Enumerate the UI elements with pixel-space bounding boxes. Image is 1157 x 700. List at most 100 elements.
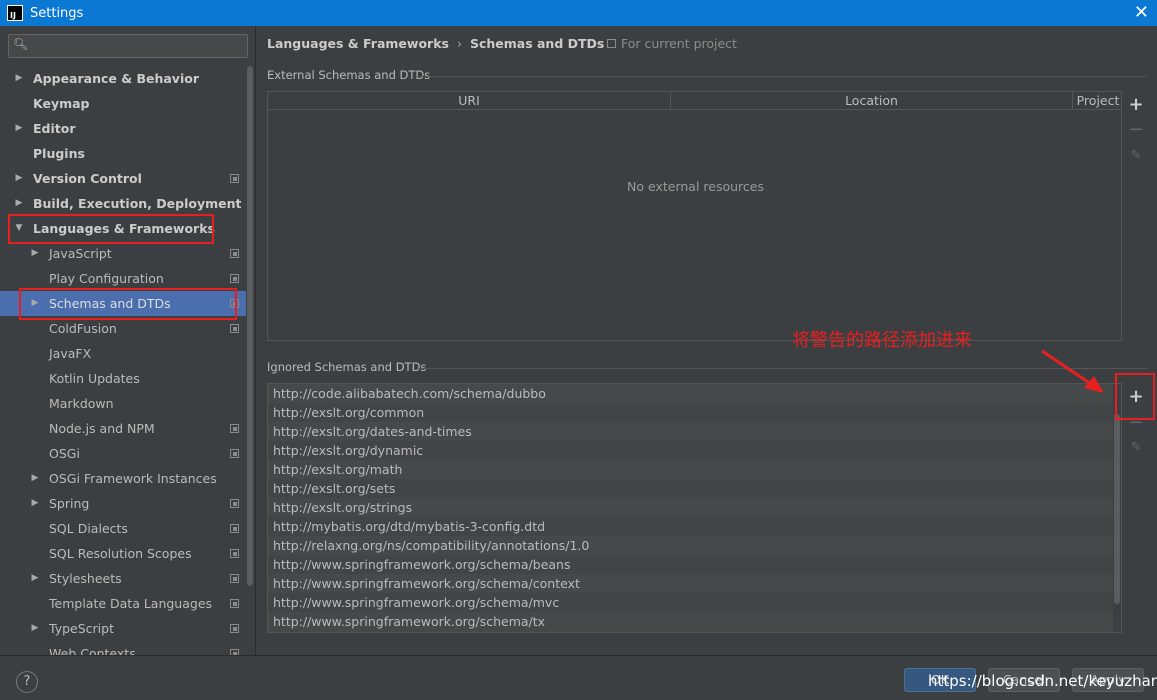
sidebar-item-sql-dialects[interactable]: SQL Dialects xyxy=(0,516,246,541)
chevron-right-icon[interactable]: ▶ xyxy=(30,566,40,591)
column-header-project[interactable]: Project xyxy=(1073,92,1123,110)
add-external-button[interactable]: + xyxy=(1121,93,1151,117)
settings-content: Languages & Frameworks › Schemas and DTDs … xyxy=(257,26,1157,655)
annotation-arrow-icon xyxy=(1041,349,1104,393)
chevron-right-icon[interactable]: ▶ xyxy=(30,241,40,266)
search-box[interactable]: 🔍︎ xyxy=(8,34,248,58)
watermark-text: https://blog.csdn.net/keyuzhang xyxy=(928,672,1157,690)
column-header-uri[interactable]: URI xyxy=(268,92,671,110)
list-item[interactable]: http://exslt.org/math xyxy=(268,460,1121,479)
project-scope-icon xyxy=(230,324,239,333)
title-bar: IJ Settings ✕ xyxy=(0,0,1157,26)
sidebar-scrollbar[interactable] xyxy=(246,66,254,655)
remove-external-button[interactable]: − xyxy=(1121,118,1151,142)
sidebar-item-node-js-and-npm[interactable]: Node.js and NPM xyxy=(0,416,246,441)
external-resources-table[interactable]: URI Location Project No external resourc… xyxy=(267,91,1122,341)
project-scope-icon xyxy=(230,524,239,533)
ignored-list-body: http://code.alibabatech.com/schema/dubbo… xyxy=(268,384,1121,631)
list-item[interactable]: http://exslt.org/dynamic xyxy=(268,441,1121,460)
sidebar-item-appearance-behavior[interactable]: ▶ Appearance & Behavior xyxy=(0,66,246,91)
list-item[interactable]: http://exslt.org/dates-and-times xyxy=(268,422,1121,441)
sidebar-item-label: Stylesheets xyxy=(49,571,122,586)
list-item[interactable]: http://www.springframework.org/schema/be… xyxy=(268,555,1121,574)
list-item[interactable]: http://www.springframework.org/schema/tx xyxy=(268,612,1121,631)
sidebar-item-spring[interactable]: ▶ Spring xyxy=(0,491,246,516)
project-scope-icon xyxy=(230,599,239,608)
breadcrumb-separator: › xyxy=(456,36,462,51)
sidebar-item-stylesheets[interactable]: ▶ Stylesheets xyxy=(0,566,246,591)
sidebar-item-label: JavaScript xyxy=(49,246,112,261)
project-scope-icon xyxy=(230,574,239,583)
highlight-box-add-button xyxy=(1115,373,1155,420)
highlight-box-languages xyxy=(8,214,214,244)
ignored-schemas-list[interactable]: http://code.alibabatech.com/schema/dubbo… xyxy=(267,383,1122,633)
sidebar-item-keymap[interactable]: Keymap xyxy=(0,91,246,116)
sidebar-item-version-control[interactable]: ▶ Version Control xyxy=(0,166,246,191)
column-header-location[interactable]: Location xyxy=(671,92,1073,110)
project-scope-icon xyxy=(230,624,239,633)
close-icon[interactable]: ✕ xyxy=(1134,2,1149,23)
sidebar-item-label: SQL Dialects xyxy=(49,521,128,536)
sidebar-item-label: Plugins xyxy=(33,146,85,161)
chevron-right-icon[interactable]: ▶ xyxy=(14,191,24,216)
ignored-list-scrollbar[interactable] xyxy=(1113,384,1121,632)
chevron-right-icon[interactable]: ▶ xyxy=(30,466,40,491)
sidebar-item-osgi[interactable]: OSGi xyxy=(0,441,246,466)
chevron-right-icon[interactable]: ▶ xyxy=(14,166,24,191)
external-section-title: External Schemas and DTDs xyxy=(267,68,431,82)
list-item[interactable]: http://mybatis.org/dtd/mybatis-3-config.… xyxy=(268,517,1121,536)
list-item[interactable]: http://www.springframework.org/schema/mv… xyxy=(268,593,1121,612)
external-table-header: URI Location Project xyxy=(268,92,1121,110)
chevron-right-icon[interactable]: ▶ xyxy=(30,491,40,516)
sidebar-item-label: Markdown xyxy=(49,396,114,411)
highlight-box-schemas xyxy=(19,288,237,320)
list-item[interactable]: http://relaxng.org/ns/compatibility/anno… xyxy=(268,536,1121,555)
sidebar-item-label: OSGi xyxy=(49,446,80,461)
sidebar-item-template-data-languages[interactable]: Template Data Languages xyxy=(0,591,246,616)
edit-external-button[interactable]: ✎ xyxy=(1121,144,1151,168)
sidebar-item-sql-resolution-scopes[interactable]: SQL Resolution Scopes xyxy=(0,541,246,566)
edit-ignored-button[interactable]: ✎ xyxy=(1121,436,1151,460)
project-scope-icon xyxy=(230,549,239,558)
list-item[interactable]: http://www.springframework.org/schema/co… xyxy=(268,574,1121,593)
sidebar-scroll-thumb[interactable] xyxy=(247,66,253,586)
sidebar-item-label: Build, Execution, Deployment xyxy=(33,196,242,211)
chevron-right-icon[interactable]: ▶ xyxy=(14,116,24,141)
breadcrumb-current: Schemas and DTDs xyxy=(469,36,605,51)
project-scope-icon xyxy=(607,39,616,48)
list-item[interactable]: http://exslt.org/sets xyxy=(268,479,1121,498)
sidebar-item-web-contexts[interactable]: Web Contexts xyxy=(0,641,246,655)
breadcrumb-parent[interactable]: Languages & Frameworks xyxy=(267,36,449,51)
list-item[interactable]: http://exslt.org/strings xyxy=(268,498,1121,517)
help-button[interactable]: ? xyxy=(16,671,38,693)
sidebar-item-markdown[interactable]: Markdown xyxy=(0,391,246,416)
sidebar-item-typescript[interactable]: ▶ TypeScript xyxy=(0,616,246,641)
list-item[interactable]: http://exslt.org/common xyxy=(268,403,1121,422)
annotation-text: 将警告的路径添加进来 xyxy=(792,330,972,351)
settings-tree: ▶ Appearance & Behavior Keymap ▶ Editor Plugi… xyxy=(0,66,246,655)
sidebar-item-label: SQL Resolution Scopes xyxy=(49,546,192,561)
external-section-divider xyxy=(417,76,1147,77)
sidebar-item-label: JavaFX xyxy=(49,346,92,361)
ignored-scroll-thumb[interactable] xyxy=(1114,414,1120,604)
sidebar-item-label: Template Data Languages xyxy=(49,596,213,611)
scope-text: For current project xyxy=(621,36,737,51)
project-scope-icon xyxy=(230,274,239,283)
sidebar-item-osgi-framework-instances[interactable]: ▶ OSGi Framework Instances xyxy=(0,466,246,491)
sidebar-item-kotlin-updates[interactable]: Kotlin Updates xyxy=(0,366,246,391)
sidebar-item-build-execution-deployment[interactable]: ▶ Build, Execution, Deployment xyxy=(0,191,246,216)
sidebar-item-label: Editor xyxy=(33,121,76,136)
sidebar-item-label: Kotlin Updates xyxy=(49,371,140,386)
chevron-right-icon[interactable]: ▶ xyxy=(30,616,40,641)
list-item[interactable]: http://code.alibabatech.com/schema/dubbo xyxy=(268,384,1121,403)
search-input[interactable] xyxy=(33,37,243,55)
sidebar-item-label: Spring xyxy=(49,496,90,511)
sidebar-item-label: Version Control xyxy=(33,171,142,186)
sidebar-item-label: Keymap xyxy=(33,96,90,111)
sidebar-item-plugins[interactable]: Plugins xyxy=(0,141,246,166)
sidebar-item-editor[interactable]: ▶ Editor xyxy=(0,116,246,141)
window-title: Settings xyxy=(30,5,84,21)
sidebar-item-javafx[interactable]: JavaFX xyxy=(0,341,246,366)
chevron-right-icon[interactable]: ▶ xyxy=(14,66,24,91)
sidebar-item-javascript[interactable]: ▶ JavaScript xyxy=(0,241,246,266)
